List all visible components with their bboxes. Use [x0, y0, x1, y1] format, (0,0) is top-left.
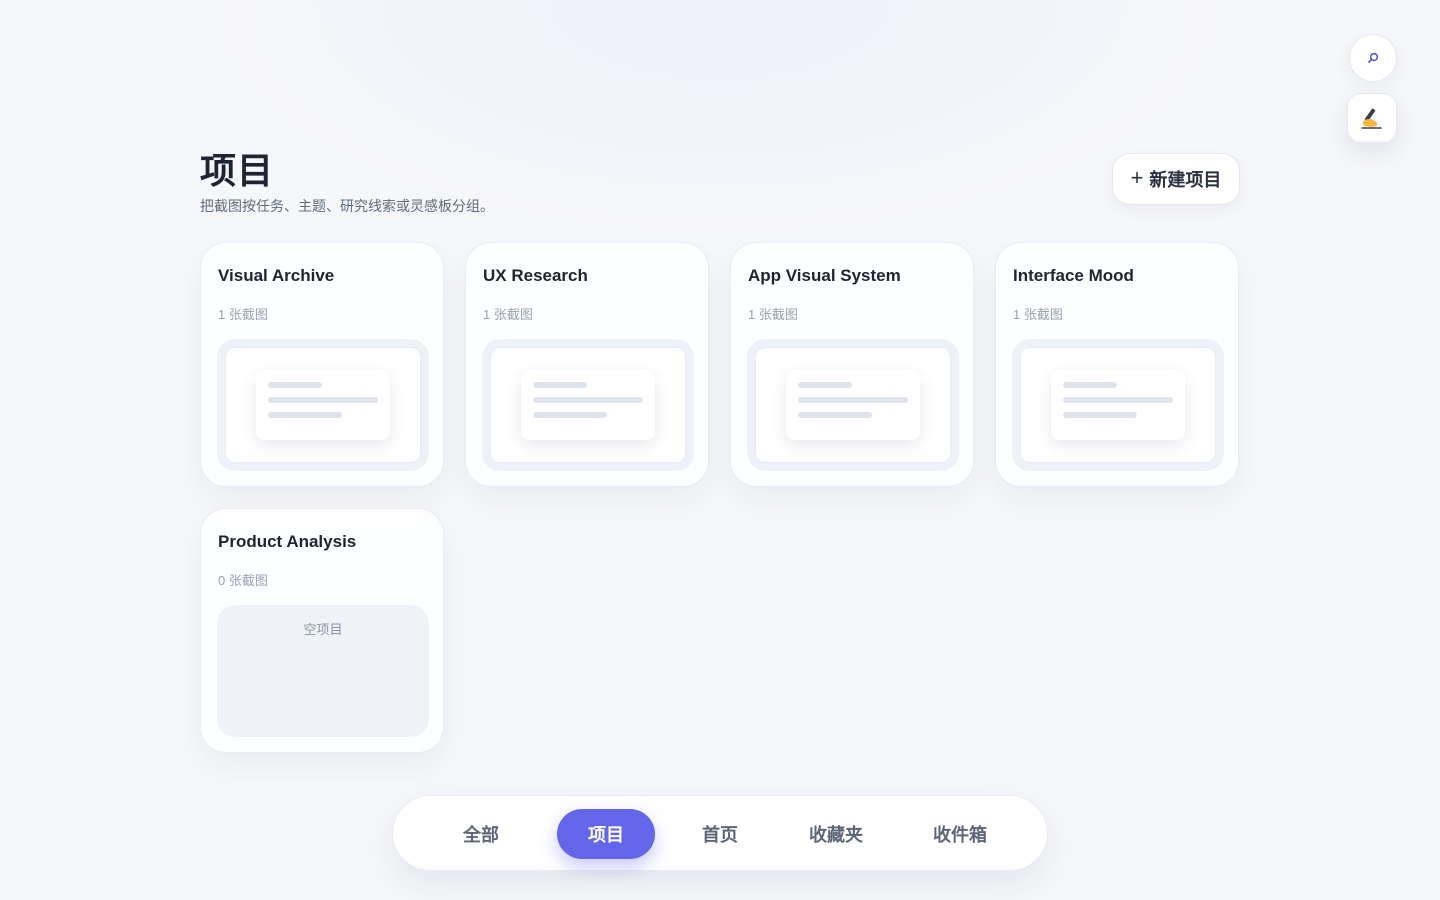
project-card-visual-archive[interactable]: Visual Archive 1 张截图 [200, 242, 444, 487]
preview-frame [755, 347, 951, 463]
project-preview [1012, 339, 1224, 471]
preview-frame [225, 347, 421, 463]
empty-project-label: 空项目 [303, 622, 343, 637]
nav-item-inbox[interactable]: 收件箱 [917, 809, 1003, 859]
new-project-label: 新建项目 [1149, 170, 1222, 190]
placeholder-line [798, 397, 908, 403]
project-title: Interface Mood [1013, 266, 1134, 285]
placeholder-line [268, 397, 378, 403]
page-title: 项目 [200, 150, 275, 191]
project-title: Product Analysis [218, 532, 357, 551]
placeholder-line [268, 412, 342, 418]
screenshot-count: 0 张截图 [218, 573, 268, 588]
compose-button[interactable] [1347, 93, 1397, 143]
project-card-product-analysis[interactable]: Product Analysis 0 张截图 空项目 [200, 508, 444, 753]
nav-item-projects[interactable]: 项目 [557, 809, 655, 859]
preview-thumbnail [521, 370, 655, 440]
placeholder-line [533, 382, 587, 388]
search-icon [1367, 52, 1379, 64]
placeholder-line [533, 412, 607, 418]
project-preview [482, 339, 694, 471]
plus-icon: + [1130, 165, 1144, 190]
bottom-nav: 全部 项目 首页 收藏夹 收件箱 [392, 795, 1048, 871]
project-title: Visual Archive [218, 266, 335, 285]
preview-thumbnail [256, 370, 390, 440]
preview-thumbnail [786, 370, 920, 440]
project-preview [217, 339, 429, 471]
placeholder-line [1063, 412, 1137, 418]
project-card-interface-mood[interactable]: Interface Mood 1 张截图 [995, 242, 1239, 487]
project-preview [747, 339, 959, 471]
screenshot-count: 1 张截图 [1013, 307, 1063, 322]
empty-project-placeholder: 空项目 [217, 605, 429, 737]
new-project-button[interactable]: + 新建项目 [1112, 153, 1240, 205]
preview-frame [490, 347, 686, 463]
placeholder-line [798, 382, 852, 388]
nav-item-favorites[interactable]: 收藏夹 [793, 809, 879, 859]
preview-frame [1020, 347, 1216, 463]
writing-hand-icon [1359, 105, 1385, 131]
screenshot-count: 1 张截图 [218, 307, 268, 322]
placeholder-line [268, 382, 322, 388]
project-title: App Visual System [748, 266, 901, 285]
screenshot-count: 1 张截图 [483, 307, 533, 322]
placeholder-line [1063, 382, 1117, 388]
nav-item-home[interactable]: 首页 [685, 809, 755, 859]
project-title: UX Research [483, 266, 588, 285]
project-card-ux-research[interactable]: UX Research 1 张截图 [465, 242, 709, 487]
page-subtitle: 把截图按任务、主题、研究线索或灵感板分组。 [200, 198, 494, 214]
placeholder-line [798, 412, 872, 418]
placeholder-line [533, 397, 643, 403]
nav-item-all[interactable]: 全部 [447, 809, 515, 859]
project-card-app-visual-system[interactable]: App Visual System 1 张截图 [730, 242, 974, 487]
placeholder-line [1063, 397, 1173, 403]
preview-thumbnail [1051, 370, 1185, 440]
search-button[interactable] [1349, 34, 1397, 82]
screenshot-count: 1 张截图 [748, 307, 798, 322]
